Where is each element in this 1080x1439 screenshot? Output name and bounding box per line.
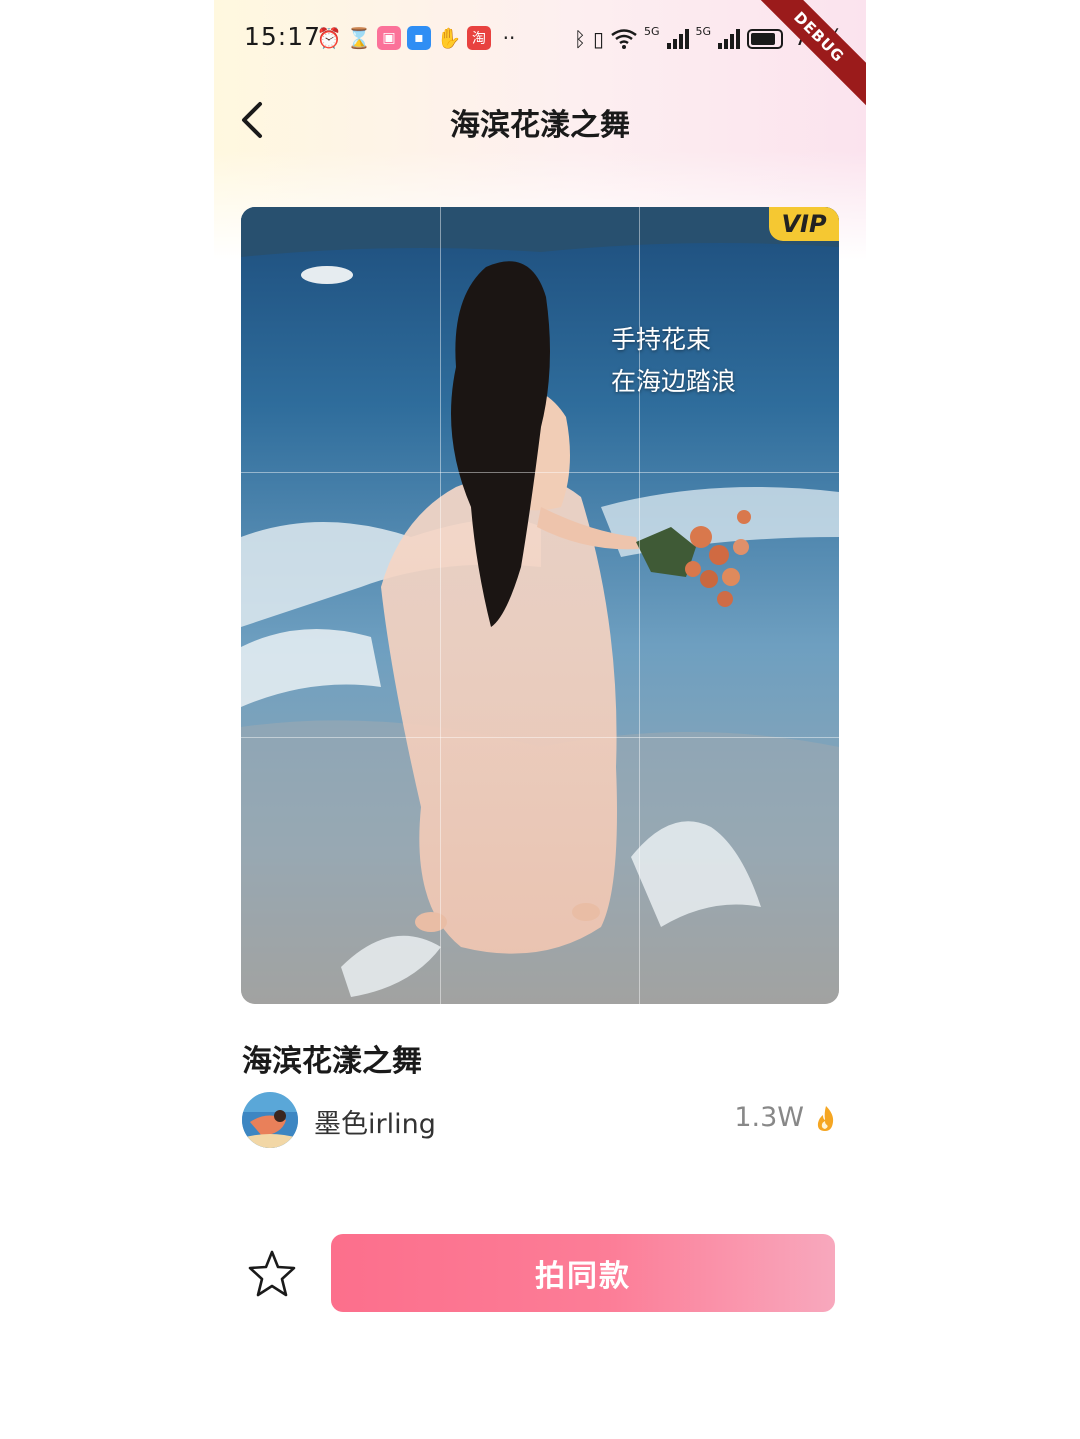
- vibrate-icon: ▯: [593, 26, 605, 51]
- signal-icon: [666, 28, 689, 49]
- shoot-same-button[interactable]: 拍同款: [331, 1234, 835, 1312]
- status-left-icons: ⏰ ⌛ ▣ ▪ ✋ 淘 ··: [317, 26, 521, 50]
- bluetooth-icon: ᛒ: [574, 26, 586, 51]
- grid-line: [241, 472, 839, 473]
- network-badge-2: 5G: [695, 25, 712, 38]
- hand-app-icon: ✋: [436, 26, 462, 50]
- template-preview-image[interactable]: VIP 手持花束 在海边踏浪: [241, 207, 839, 1004]
- caption-line-1: 手持花束: [611, 325, 712, 354]
- more-dots-icon: ··: [502, 26, 516, 50]
- alarm-icon: ⏰: [316, 26, 342, 50]
- wifi-icon: [611, 28, 637, 49]
- favorite-button[interactable]: [246, 1248, 298, 1300]
- taobao-icon: 淘: [467, 26, 491, 50]
- fire-icon: [817, 1106, 834, 1131]
- work-title: 海滨花漾之舞: [242, 1044, 422, 1079]
- grid-line: [440, 207, 441, 1004]
- grid-line: [241, 737, 839, 738]
- signal-icon: [718, 28, 741, 49]
- debug-ribbon: DEBUG: [741, 0, 866, 115]
- hourglass-icon: ⌛: [346, 26, 372, 50]
- avatar-image: [242, 1092, 298, 1148]
- bilibili-icon: ▣: [377, 26, 401, 50]
- photo-caption: 手持花束 在海边踏浪: [611, 319, 736, 403]
- beach-photo: [241, 207, 839, 1004]
- phone-screen: 15:17 ⏰ ⌛ ▣ ▪ ✋ 淘 ·· ᛒ ▯ 5G 5G DEBUG 海滨花…: [214, 0, 866, 1439]
- status-bar: 15:17 ⏰ ⌛ ▣ ▪ ✋ 淘 ·· ᛒ ▯ 5G 5G DEBUG: [214, 0, 866, 115]
- battery-icon: [747, 28, 784, 49]
- status-time: 15:17: [244, 22, 322, 51]
- avatar[interactable]: [242, 1092, 298, 1148]
- message-app-icon: ▪: [407, 26, 431, 50]
- author-row[interactable]: 墨色irling 1.3W: [242, 1092, 838, 1150]
- hot-count: 1.3W: [734, 1102, 804, 1133]
- page-title: 海滨花漾之舞: [450, 108, 630, 143]
- star-icon: [248, 1250, 296, 1297]
- network-badge-1: 5G: [644, 25, 660, 38]
- vip-badge: VIP: [769, 207, 839, 241]
- caption-line-2: 在海边踏浪: [611, 367, 737, 396]
- author-name[interactable]: 墨色irling: [314, 1102, 436, 1141]
